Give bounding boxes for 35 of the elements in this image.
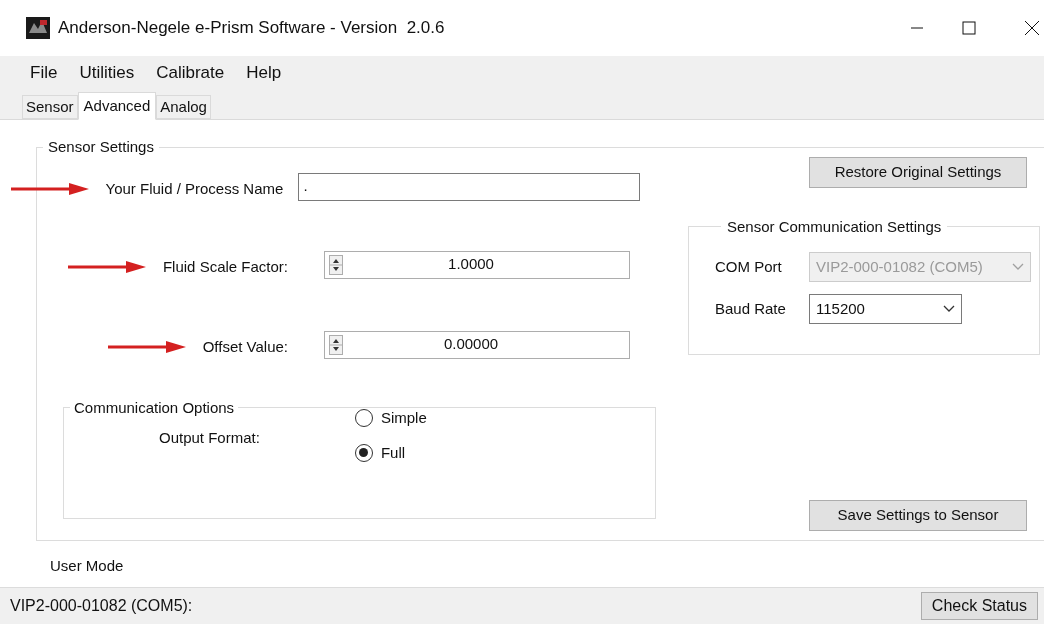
radio-option[interactable]: Simple (354, 407, 427, 430)
menu-item[interactable]: Help (246, 60, 282, 86)
chevron-down-icon (1012, 263, 1024, 271)
menu-item[interactable]: File (30, 60, 58, 86)
field-label: Baud Rate (715, 298, 787, 319)
spinner-arrows-icon (329, 334, 343, 355)
spin-field[interactable]: 1.0000 (324, 250, 630, 279)
spin-field[interactable]: 0.00000 (324, 330, 630, 359)
field-label: COM Port (715, 256, 783, 277)
tab[interactable]: Sensor (22, 95, 78, 119)
tab[interactable]: Advanced (77, 92, 157, 120)
group-title: Communication Options (73, 397, 236, 418)
close-icon[interactable] (1024, 20, 1040, 36)
menu-item[interactable]: Calibrate (156, 60, 225, 86)
window-title: Anderson-Negele e-Prism Software - Version 2.0.6 (58, 17, 445, 40)
radio-option[interactable]: Full (354, 441, 427, 464)
maximize-icon[interactable] (962, 21, 976, 35)
status-text: VIP2-000-01082 (COM5): (10, 596, 193, 616)
spinner-arrows-icon (329, 254, 343, 275)
field-label: Your Fluid / Process Name (105, 179, 284, 199)
field-label: Fluid Scale Factor: (162, 257, 288, 277)
save-settings-button[interactable]: Save Settings to Sensor (809, 499, 1027, 531)
dropdown[interactable]: 115200 (809, 294, 962, 324)
tab[interactable]: Analog (156, 95, 211, 119)
field-label: Offset Value: (202, 337, 288, 357)
group-title: Sensor Settings (47, 137, 155, 157)
chevron-down-icon (943, 305, 955, 313)
mode-label: User Mode (50, 556, 125, 576)
group-title: Sensor Communication Settings (726, 216, 943, 237)
app-logo-icon (26, 17, 50, 39)
menu-item[interactable]: Utilities (79, 60, 135, 86)
text-field[interactable]: . (298, 172, 640, 201)
restore-original-settings-button[interactable]: Restore Original Settings (809, 156, 1027, 188)
field-label: Output Format: (159, 428, 260, 449)
check-status-button[interactable]: Check Status (920, 592, 1038, 620)
